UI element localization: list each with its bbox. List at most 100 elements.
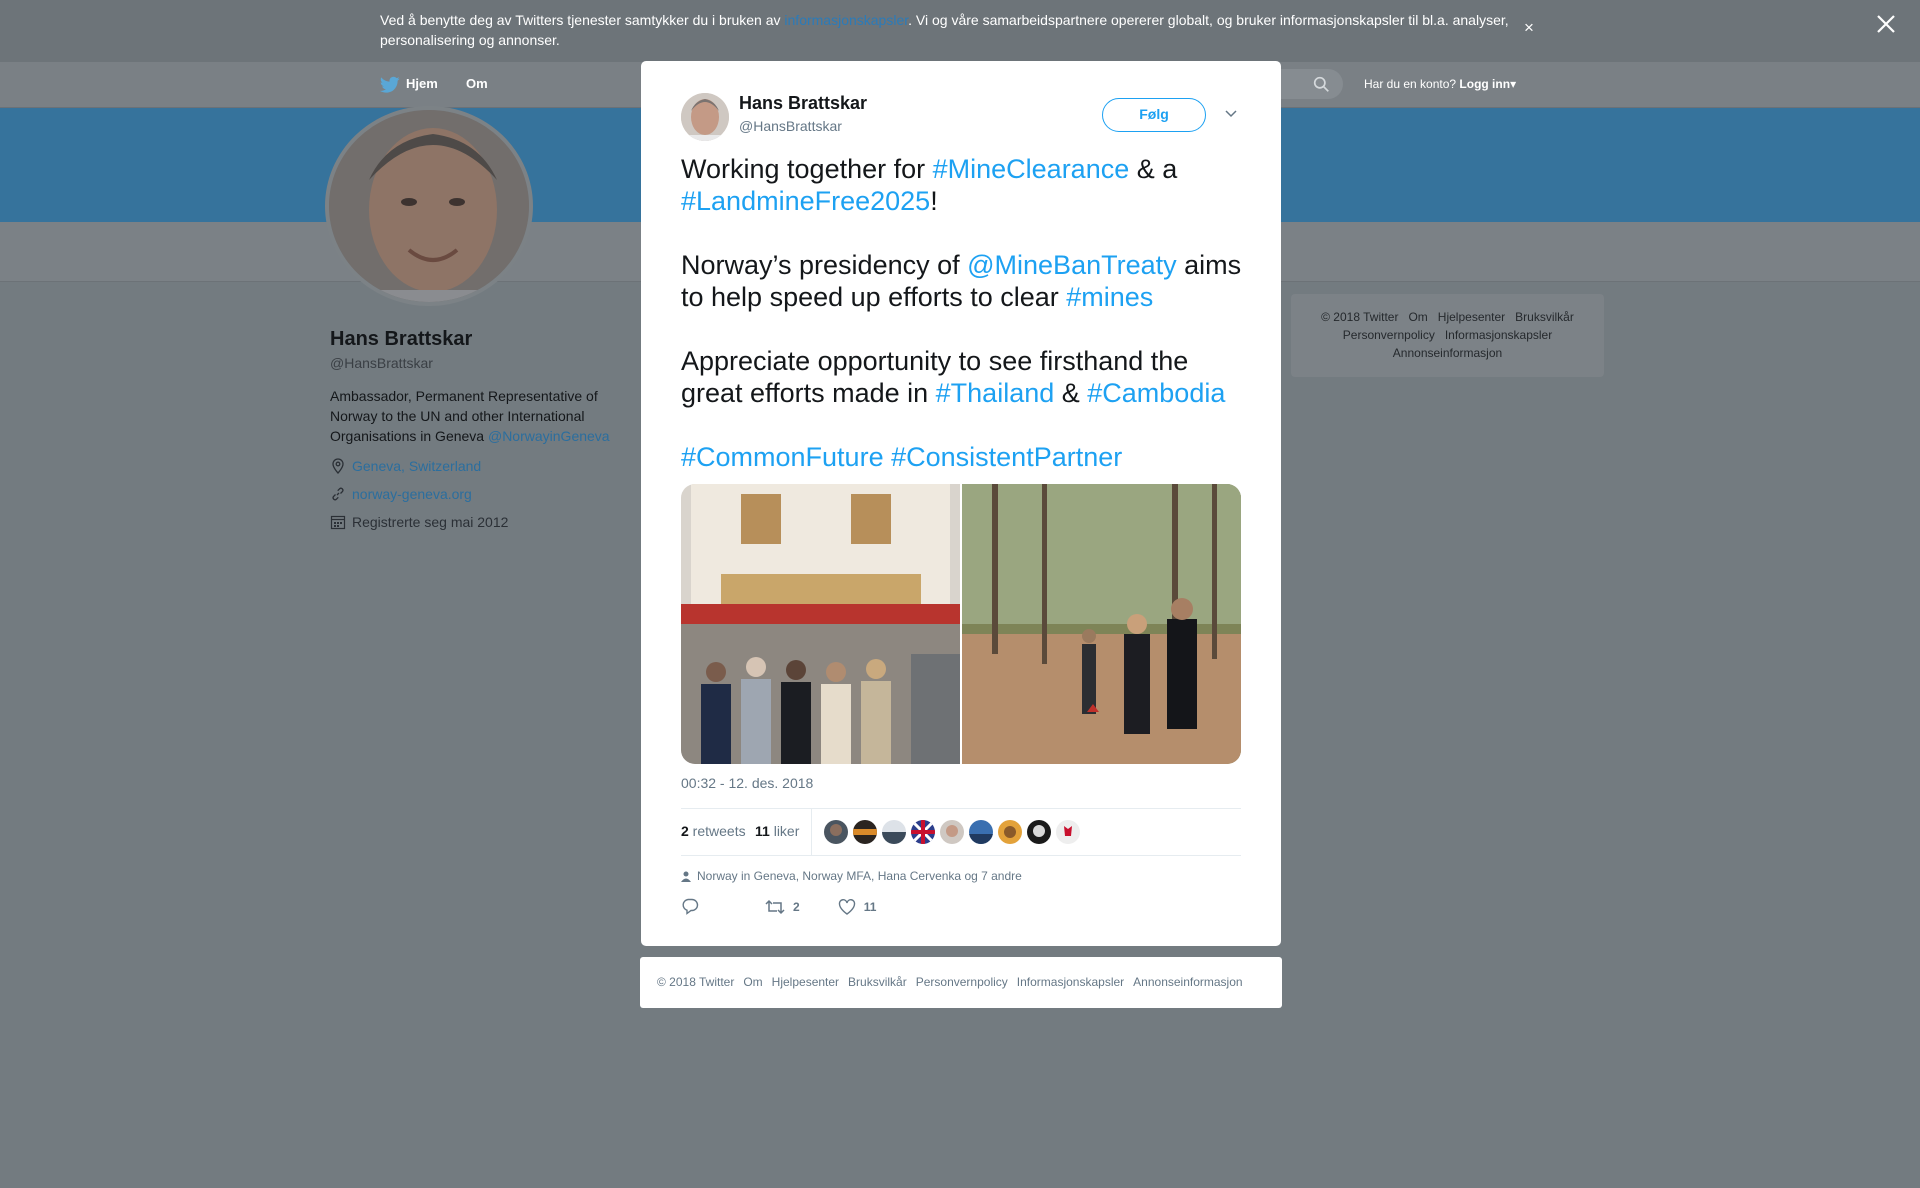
- footer-cookies-link[interactable]: Informasjonskapsler: [1017, 975, 1124, 989]
- profile-avatar[interactable]: [325, 106, 533, 306]
- retweets-count: 2: [681, 823, 689, 839]
- side-footer-cookies-link[interactable]: Informasjonskapsler: [1445, 328, 1552, 342]
- hashtag-link[interactable]: #Cambodia: [1087, 378, 1225, 408]
- twitter-bird-icon[interactable]: [380, 76, 400, 94]
- liker-avatar-image: [882, 820, 906, 844]
- liker-avatar[interactable]: [969, 820, 993, 844]
- footer-terms-link[interactable]: Bruksvilkår: [848, 975, 907, 989]
- reply-button[interactable]: [681, 898, 699, 915]
- tweet-text-segment: & a: [1129, 154, 1178, 184]
- retweet-count: 2: [793, 899, 800, 914]
- footer-copyright: © 2018 Twitter: [657, 975, 735, 989]
- tweet-author-avatar-image: [681, 93, 729, 141]
- like-count: 11: [863, 899, 877, 914]
- chevron-down-icon[interactable]: [1224, 106, 1238, 120]
- follow-button[interactable]: Følg: [1102, 98, 1206, 132]
- liker-avatar-image: [1056, 820, 1080, 844]
- liker-avatars: [824, 820, 1080, 844]
- tweet-photo-building[interactable]: [681, 484, 960, 764]
- tweet-text-segment: Working together for: [681, 154, 933, 184]
- liker-avatar[interactable]: [1027, 820, 1051, 844]
- tweet-actions: 2 11: [681, 898, 876, 915]
- tweet-text-segment: &: [1054, 378, 1088, 408]
- profile-bio-mention[interactable]: @NorwayinGeneva: [488, 428, 610, 444]
- stats-divider: [811, 809, 812, 855]
- tweet-timestamp[interactable]: 00:32 - 12. des. 2018: [681, 775, 813, 791]
- tweet-paragraph: Working together for #MineClearance & a …: [681, 153, 1256, 217]
- cookie-close-button[interactable]: ×: [1524, 18, 1534, 38]
- side-footer-privacy-link[interactable]: Personvernpolicy: [1343, 328, 1435, 342]
- profile-joined-text: Registrerte seg mai 2012: [352, 514, 509, 530]
- close-icon[interactable]: [1876, 14, 1896, 34]
- cookie-banner: Ved å benytte deg av Twitters tjenester …: [0, 0, 1920, 62]
- tweet-text-segment: !: [930, 186, 938, 216]
- tweet-text-segment: [884, 442, 892, 472]
- hashtag-link[interactable]: #CommonFuture: [681, 442, 884, 472]
- profile-website: norway-geneva.org: [330, 486, 472, 502]
- liker-avatar[interactable]: [882, 820, 906, 844]
- hashtag-link[interactable]: #ConsistentPartner: [891, 442, 1122, 472]
- profile-location: Geneva, Switzerland: [330, 458, 481, 474]
- tweet-photo-field-image: [962, 484, 1241, 764]
- liker-avatar-image: [911, 820, 935, 844]
- tweet-author-handle[interactable]: @HansBrattskar: [739, 118, 842, 134]
- liker-avatar[interactable]: [824, 820, 848, 844]
- heart-icon: [838, 898, 855, 915]
- retweets-stat[interactable]: 2 retweets: [681, 823, 746, 839]
- tweet-photo-field[interactable]: [962, 484, 1241, 764]
- likes-label: liker: [769, 823, 800, 839]
- liked-by-text: Norway in Geneva, Norway MFA, Hana Cerve…: [697, 869, 1022, 883]
- footer-privacy-link[interactable]: Personvernpolicy: [916, 975, 1008, 989]
- liker-avatar[interactable]: [1056, 820, 1080, 844]
- liker-avatar[interactable]: [911, 820, 935, 844]
- profile-location-text[interactable]: Geneva, Switzerland: [352, 458, 481, 474]
- likes-stat[interactable]: 11 liker: [755, 823, 799, 839]
- login-link[interactable]: Logg inn: [1459, 77, 1510, 91]
- liker-avatar-image: [1027, 820, 1051, 844]
- profile-website-link[interactable]: norway-geneva.org: [352, 486, 472, 502]
- liker-avatar-image: [998, 820, 1022, 844]
- side-footer-terms-link[interactable]: Bruksvilkår: [1515, 310, 1574, 324]
- footer-help-link[interactable]: Hjelpesenter: [772, 975, 839, 989]
- footer-ads-link[interactable]: Annonseinformasjon: [1133, 975, 1242, 989]
- hashtag-link[interactable]: #LandmineFree2025: [681, 186, 930, 216]
- hashtag-link[interactable]: #Thailand: [936, 378, 1055, 408]
- footer-about-link[interactable]: Om: [743, 975, 762, 989]
- tweet-modal: Hans Brattskar @HansBrattskar Følg Worki…: [641, 61, 1281, 946]
- mention-link[interactable]: @MineBanTreaty: [967, 250, 1177, 280]
- login-caret-icon[interactable]: ▾: [1510, 77, 1516, 91]
- side-footer: © 2018 Twitter Om Hjelpesenter Bruksvilkår …: [1291, 294, 1604, 377]
- liker-avatar[interactable]: [940, 820, 964, 844]
- tweet-author-avatar[interactable]: [681, 93, 729, 141]
- liker-avatar-image: [969, 820, 993, 844]
- side-footer-about-link[interactable]: Om: [1408, 310, 1427, 324]
- side-footer-ads-link[interactable]: Annonseinformasjon: [1393, 346, 1502, 360]
- tweet-author-name[interactable]: Hans Brattskar: [739, 93, 867, 114]
- hashtag-link[interactable]: #MineClearance: [933, 154, 1130, 184]
- nav-about-link[interactable]: Om: [466, 76, 488, 91]
- user-icon: [681, 871, 691, 882]
- tweet-stats: 2 retweets 11 liker: [681, 808, 1241, 856]
- retweet-icon: [765, 899, 785, 914]
- calendar-icon: [330, 515, 346, 530]
- tweet-paragraph: Norway’s presidency of @MineBanTreaty ai…: [681, 249, 1256, 313]
- side-footer-copyright: © 2018 Twitter: [1321, 310, 1399, 324]
- search-icon[interactable]: [1313, 76, 1330, 93]
- nav-home-link[interactable]: Hjem: [406, 76, 438, 91]
- tweet-photo-building-image: [681, 484, 960, 764]
- profile-handle[interactable]: @HansBrattskar: [330, 355, 433, 371]
- profile-name[interactable]: Hans Brattskar: [330, 328, 472, 351]
- tweet-text: Working together for #MineClearance & a …: [681, 153, 1256, 505]
- hashtag-link[interactable]: #mines: [1066, 282, 1153, 312]
- reply-icon: [682, 898, 699, 915]
- cookie-link[interactable]: informasjonskapsler: [784, 12, 908, 28]
- like-button[interactable]: 11: [838, 898, 877, 915]
- liked-by[interactable]: Norway in Geneva, Norway MFA, Hana Cerve…: [681, 869, 1022, 883]
- side-footer-help-link[interactable]: Hjelpesenter: [1438, 310, 1505, 324]
- liker-avatar[interactable]: [853, 820, 877, 844]
- retweet-button[interactable]: 2: [765, 899, 800, 915]
- liker-avatar-image: [940, 820, 964, 844]
- liker-avatar-image: [824, 820, 848, 844]
- liker-avatar[interactable]: [998, 820, 1022, 844]
- tweet-media: [681, 484, 1241, 764]
